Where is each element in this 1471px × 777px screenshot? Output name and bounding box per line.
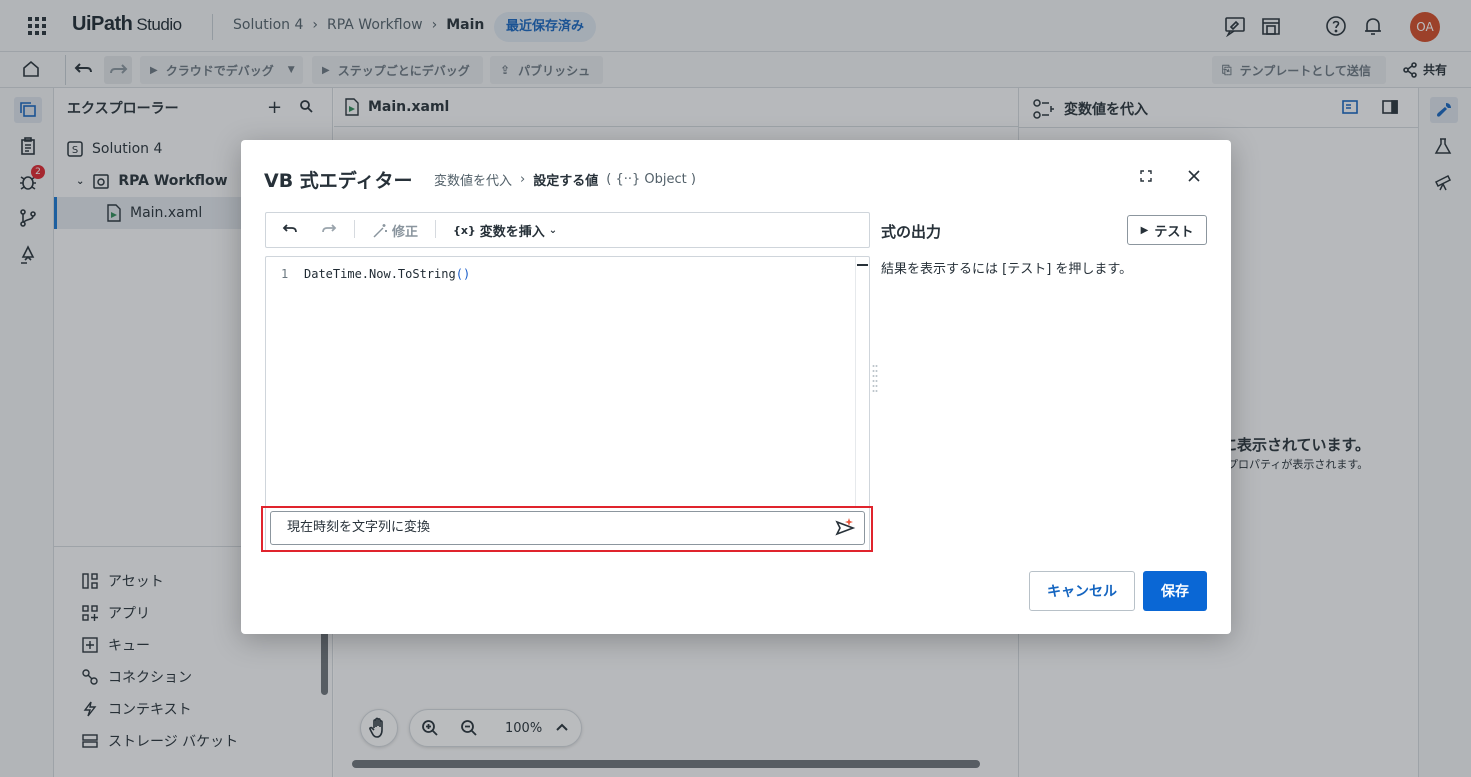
- editor-toolbar: [265, 212, 870, 248]
- test-button[interactable]: ▶ テスト: [1127, 215, 1207, 245]
- code-line[interactable]: DateTime.Now.ToString(): [304, 267, 470, 281]
- dialog-crumb-type: ( {··} Object ): [606, 172, 696, 187]
- editor-scroll-marker[interactable]: [857, 264, 868, 266]
- code-expression: DateTime.Now.ToString: [304, 267, 456, 281]
- dialog-breadcrumb: 変数値を代入 › 設定する値 ( {··} Object ): [434, 170, 696, 189]
- dialog-title: VB 式エディター: [264, 170, 413, 192]
- play-icon: ▶: [1140, 224, 1149, 236]
- autopilot-prompt-input[interactable]: 現在時刻を文字列に変換: [270, 511, 865, 545]
- cancel-button[interactable]: キャンセル: [1029, 571, 1135, 611]
- variable-icon: {x}: [453, 224, 476, 237]
- expression-output-title: 式の出力: [881, 223, 942, 241]
- close-icon[interactable]: [1188, 170, 1200, 182]
- test-label: テスト: [1154, 224, 1194, 240]
- dialog-crumb-field: 設定する値: [533, 174, 599, 189]
- fix-button[interactable]: 修正: [372, 221, 418, 240]
- maximize-icon[interactable]: [1140, 170, 1152, 182]
- undo-icon[interactable]: [281, 222, 299, 236]
- autopilot-send-icon[interactable]: [834, 516, 856, 538]
- insert-variable-label: 変数を挿入: [479, 225, 545, 240]
- magic-wand-icon: [373, 223, 387, 238]
- fix-label: 修正: [392, 225, 419, 240]
- dialog-crumb-activity: 変数値を代入: [434, 174, 513, 189]
- expression-output-hint: 結果を表示するには [テスト] を押します。: [881, 262, 1133, 277]
- chevron-down-icon: ⌄: [548, 225, 558, 236]
- redo-icon[interactable]: [320, 222, 338, 236]
- divider: [354, 220, 355, 238]
- save-button[interactable]: 保存: [1143, 571, 1207, 611]
- insert-variable-button[interactable]: {x} 変数を挿入 ⌄: [453, 221, 557, 240]
- chevron-right-icon: ›: [520, 172, 526, 187]
- line-number: 1: [281, 267, 289, 281]
- editor-scroll-gutter: [855, 257, 856, 507]
- resize-handle[interactable]: [872, 364, 878, 396]
- code-parens: (): [455, 267, 471, 281]
- divider: [435, 220, 436, 238]
